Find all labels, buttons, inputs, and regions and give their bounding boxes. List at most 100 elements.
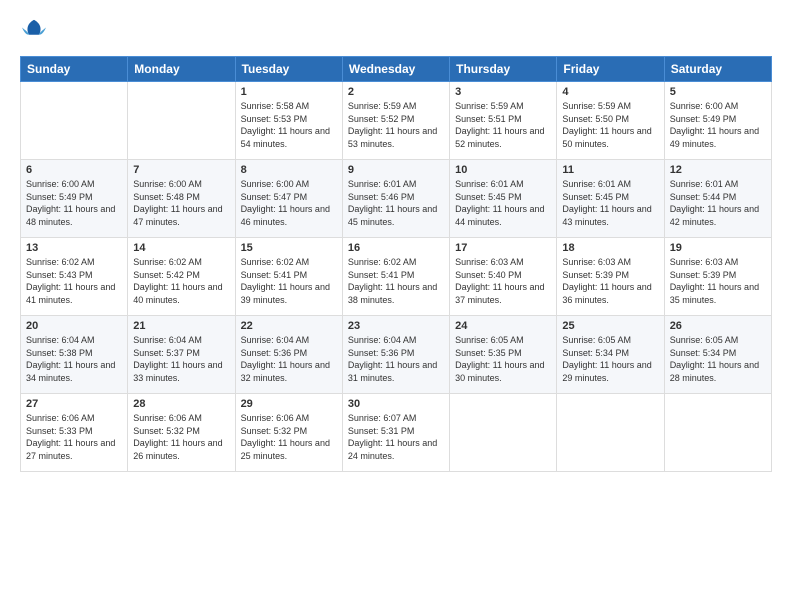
calendar-cell xyxy=(128,82,235,160)
calendar-week-2: 6 Sunrise: 6:00 AMSunset: 5:49 PMDayligh… xyxy=(21,160,772,238)
calendar-cell: 15 Sunrise: 6:02 AMSunset: 5:41 PMDaylig… xyxy=(235,238,342,316)
cell-sunrise: Sunrise: 6:01 AMSunset: 5:46 PMDaylight:… xyxy=(348,179,437,227)
day-number: 22 xyxy=(241,320,337,332)
calendar-cell: 17 Sunrise: 6:03 AMSunset: 5:40 PMDaylig… xyxy=(450,238,557,316)
day-number: 18 xyxy=(562,242,658,254)
calendar-header-wednesday: Wednesday xyxy=(342,57,449,82)
calendar-header-row: SundayMondayTuesdayWednesdayThursdayFrid… xyxy=(21,57,772,82)
calendar-header-sunday: Sunday xyxy=(21,57,128,82)
calendar-cell: 20 Sunrise: 6:04 AMSunset: 5:38 PMDaylig… xyxy=(21,316,128,394)
day-number: 16 xyxy=(348,242,444,254)
cell-sunrise: Sunrise: 6:00 AMSunset: 5:47 PMDaylight:… xyxy=(241,179,330,227)
calendar-cell: 7 Sunrise: 6:00 AMSunset: 5:48 PMDayligh… xyxy=(128,160,235,238)
cell-sunrise: Sunrise: 6:07 AMSunset: 5:31 PMDaylight:… xyxy=(348,413,437,461)
calendar-cell xyxy=(557,394,664,472)
calendar-header-thursday: Thursday xyxy=(450,57,557,82)
day-number: 29 xyxy=(241,398,337,410)
cell-sunrise: Sunrise: 6:04 AMSunset: 5:38 PMDaylight:… xyxy=(26,335,115,383)
calendar-cell xyxy=(450,394,557,472)
calendar-week-1: 1 Sunrise: 5:58 AMSunset: 5:53 PMDayligh… xyxy=(21,82,772,160)
day-number: 12 xyxy=(670,164,766,176)
day-number: 19 xyxy=(670,242,766,254)
calendar-cell: 29 Sunrise: 6:06 AMSunset: 5:32 PMDaylig… xyxy=(235,394,342,472)
cell-sunrise: Sunrise: 5:59 AMSunset: 5:50 PMDaylight:… xyxy=(562,101,651,149)
day-number: 5 xyxy=(670,86,766,98)
cell-sunrise: Sunrise: 5:58 AMSunset: 5:53 PMDaylight:… xyxy=(241,101,330,149)
calendar-cell: 5 Sunrise: 6:00 AMSunset: 5:49 PMDayligh… xyxy=(664,82,771,160)
calendar-week-3: 13 Sunrise: 6:02 AMSunset: 5:43 PMDaylig… xyxy=(21,238,772,316)
calendar-cell xyxy=(21,82,128,160)
cell-sunrise: Sunrise: 6:06 AMSunset: 5:33 PMDaylight:… xyxy=(26,413,115,461)
day-number: 1 xyxy=(241,86,337,98)
day-number: 14 xyxy=(133,242,229,254)
cell-sunrise: Sunrise: 6:04 AMSunset: 5:36 PMDaylight:… xyxy=(241,335,330,383)
cell-sunrise: Sunrise: 6:00 AMSunset: 5:48 PMDaylight:… xyxy=(133,179,222,227)
day-number: 10 xyxy=(455,164,551,176)
cell-sunrise: Sunrise: 6:05 AMSunset: 5:34 PMDaylight:… xyxy=(562,335,651,383)
day-number: 13 xyxy=(26,242,122,254)
cell-sunrise: Sunrise: 6:00 AMSunset: 5:49 PMDaylight:… xyxy=(670,101,759,149)
day-number: 8 xyxy=(241,164,337,176)
day-number: 11 xyxy=(562,164,658,176)
day-number: 23 xyxy=(348,320,444,332)
day-number: 6 xyxy=(26,164,122,176)
day-number: 21 xyxy=(133,320,229,332)
calendar-cell: 8 Sunrise: 6:00 AMSunset: 5:47 PMDayligh… xyxy=(235,160,342,238)
day-number: 24 xyxy=(455,320,551,332)
calendar-cell: 23 Sunrise: 6:04 AMSunset: 5:36 PMDaylig… xyxy=(342,316,449,394)
calendar-cell: 21 Sunrise: 6:04 AMSunset: 5:37 PMDaylig… xyxy=(128,316,235,394)
cell-sunrise: Sunrise: 6:01 AMSunset: 5:45 PMDaylight:… xyxy=(455,179,544,227)
cell-sunrise: Sunrise: 6:00 AMSunset: 5:49 PMDaylight:… xyxy=(26,179,115,227)
cell-sunrise: Sunrise: 6:02 AMSunset: 5:42 PMDaylight:… xyxy=(133,257,222,305)
day-number: 9 xyxy=(348,164,444,176)
calendar-cell: 6 Sunrise: 6:00 AMSunset: 5:49 PMDayligh… xyxy=(21,160,128,238)
cell-sunrise: Sunrise: 5:59 AMSunset: 5:52 PMDaylight:… xyxy=(348,101,437,149)
cell-sunrise: Sunrise: 6:02 AMSunset: 5:41 PMDaylight:… xyxy=(241,257,330,305)
cell-sunrise: Sunrise: 6:02 AMSunset: 5:43 PMDaylight:… xyxy=(26,257,115,305)
cell-sunrise: Sunrise: 6:03 AMSunset: 5:39 PMDaylight:… xyxy=(670,257,759,305)
calendar-cell: 3 Sunrise: 5:59 AMSunset: 5:51 PMDayligh… xyxy=(450,82,557,160)
calendar-cell: 27 Sunrise: 6:06 AMSunset: 5:33 PMDaylig… xyxy=(21,394,128,472)
cell-sunrise: Sunrise: 6:01 AMSunset: 5:44 PMDaylight:… xyxy=(670,179,759,227)
day-number: 2 xyxy=(348,86,444,98)
logo xyxy=(20,18,52,46)
cell-sunrise: Sunrise: 6:06 AMSunset: 5:32 PMDaylight:… xyxy=(241,413,330,461)
day-number: 25 xyxy=(562,320,658,332)
cell-sunrise: Sunrise: 6:01 AMSunset: 5:45 PMDaylight:… xyxy=(562,179,651,227)
calendar-cell xyxy=(664,394,771,472)
calendar-week-5: 27 Sunrise: 6:06 AMSunset: 5:33 PMDaylig… xyxy=(21,394,772,472)
calendar-cell: 22 Sunrise: 6:04 AMSunset: 5:36 PMDaylig… xyxy=(235,316,342,394)
cell-sunrise: Sunrise: 6:02 AMSunset: 5:41 PMDaylight:… xyxy=(348,257,437,305)
calendar-cell: 24 Sunrise: 6:05 AMSunset: 5:35 PMDaylig… xyxy=(450,316,557,394)
calendar-cell: 13 Sunrise: 6:02 AMSunset: 5:43 PMDaylig… xyxy=(21,238,128,316)
page: SundayMondayTuesdayWednesdayThursdayFrid… xyxy=(0,0,792,612)
cell-sunrise: Sunrise: 6:05 AMSunset: 5:34 PMDaylight:… xyxy=(670,335,759,383)
day-number: 17 xyxy=(455,242,551,254)
calendar-cell: 9 Sunrise: 6:01 AMSunset: 5:46 PMDayligh… xyxy=(342,160,449,238)
calendar-cell: 25 Sunrise: 6:05 AMSunset: 5:34 PMDaylig… xyxy=(557,316,664,394)
calendar-cell: 28 Sunrise: 6:06 AMSunset: 5:32 PMDaylig… xyxy=(128,394,235,472)
cell-sunrise: Sunrise: 6:05 AMSunset: 5:35 PMDaylight:… xyxy=(455,335,544,383)
cell-sunrise: Sunrise: 5:59 AMSunset: 5:51 PMDaylight:… xyxy=(455,101,544,149)
day-number: 4 xyxy=(562,86,658,98)
day-number: 30 xyxy=(348,398,444,410)
calendar-week-4: 20 Sunrise: 6:04 AMSunset: 5:38 PMDaylig… xyxy=(21,316,772,394)
day-number: 15 xyxy=(241,242,337,254)
calendar-table: SundayMondayTuesdayWednesdayThursdayFrid… xyxy=(20,56,772,472)
calendar-cell: 12 Sunrise: 6:01 AMSunset: 5:44 PMDaylig… xyxy=(664,160,771,238)
day-number: 27 xyxy=(26,398,122,410)
calendar-cell: 2 Sunrise: 5:59 AMSunset: 5:52 PMDayligh… xyxy=(342,82,449,160)
calendar-header-tuesday: Tuesday xyxy=(235,57,342,82)
cell-sunrise: Sunrise: 6:03 AMSunset: 5:39 PMDaylight:… xyxy=(562,257,651,305)
calendar-cell: 1 Sunrise: 5:58 AMSunset: 5:53 PMDayligh… xyxy=(235,82,342,160)
calendar-header-monday: Monday xyxy=(128,57,235,82)
cell-sunrise: Sunrise: 6:03 AMSunset: 5:40 PMDaylight:… xyxy=(455,257,544,305)
cell-sunrise: Sunrise: 6:06 AMSunset: 5:32 PMDaylight:… xyxy=(133,413,222,461)
day-number: 20 xyxy=(26,320,122,332)
calendar-cell: 16 Sunrise: 6:02 AMSunset: 5:41 PMDaylig… xyxy=(342,238,449,316)
calendar-cell: 10 Sunrise: 6:01 AMSunset: 5:45 PMDaylig… xyxy=(450,160,557,238)
day-number: 28 xyxy=(133,398,229,410)
calendar-cell: 18 Sunrise: 6:03 AMSunset: 5:39 PMDaylig… xyxy=(557,238,664,316)
calendar-cell: 19 Sunrise: 6:03 AMSunset: 5:39 PMDaylig… xyxy=(664,238,771,316)
header xyxy=(20,18,772,46)
